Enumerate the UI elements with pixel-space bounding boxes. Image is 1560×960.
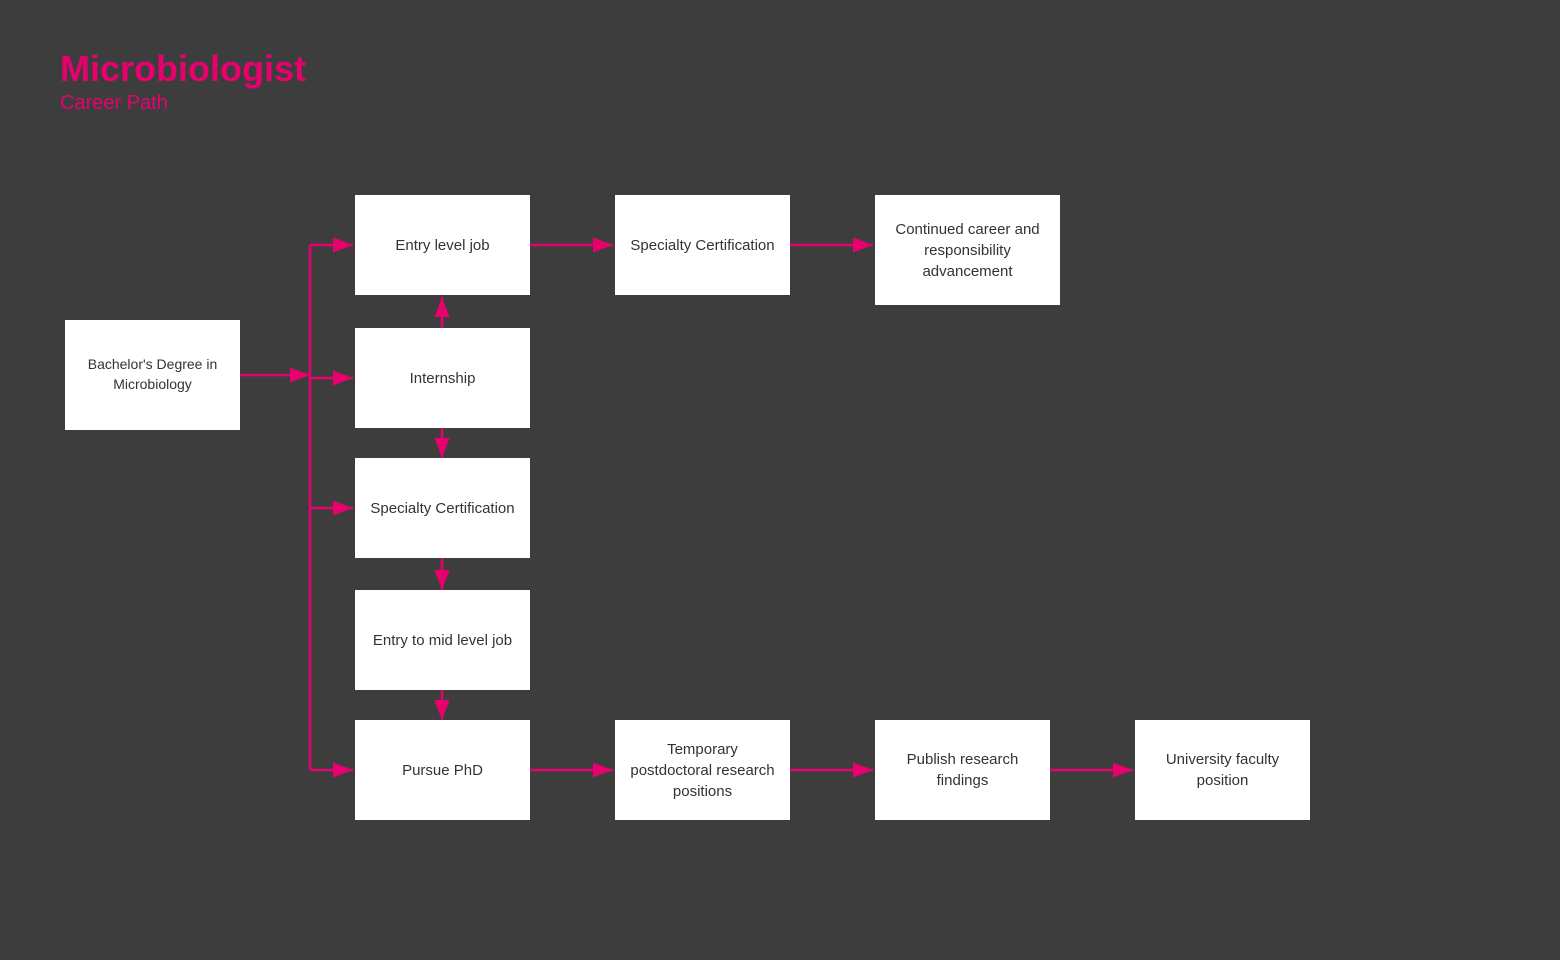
temp-postdoc-box: Temporary postdoctoral research position…	[615, 720, 790, 820]
specialty-cert-top-box: Specialty Certification	[615, 195, 790, 295]
page-title: Microbiologist	[60, 48, 306, 90]
header: Microbiologist Career Path	[60, 48, 306, 115]
entry-mid-box: Entry to mid level job	[355, 590, 530, 690]
publish-research-box: Publish research findings	[875, 720, 1050, 820]
page-subtitle: Career Path	[60, 92, 306, 115]
pursue-phd-box: Pursue PhD	[355, 720, 530, 820]
bachelors-box: Bachelor's Degree in Microbiology	[65, 320, 240, 430]
internship-box: Internship	[355, 328, 530, 428]
entry-level-box: Entry level job	[355, 195, 530, 295]
university-faculty-box: University faculty position	[1135, 720, 1310, 820]
specialty-cert-mid-box: Specialty Certification	[355, 458, 530, 558]
continued-career-box: Continued career and responsibility adva…	[875, 195, 1060, 305]
